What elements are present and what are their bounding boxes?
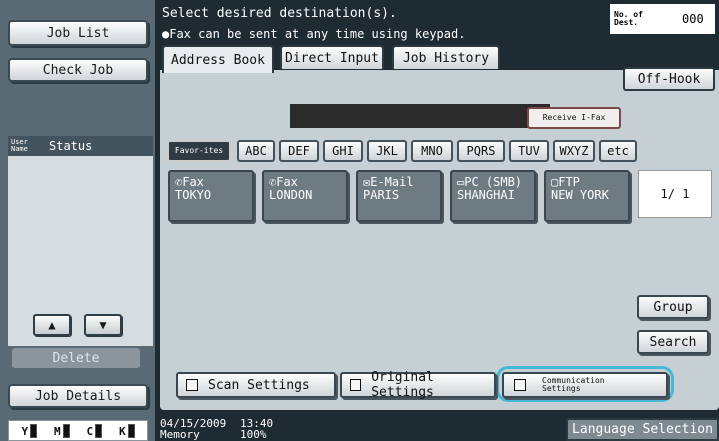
delete-button[interactable]: Delete — [12, 348, 140, 368]
toner-level-icon — [127, 424, 135, 438]
index-tab-abc[interactable]: ABC — [237, 140, 275, 162]
scroll-down-button[interactable]: ▼ — [84, 314, 122, 336]
keypad-note: ●Fax can be sent at any time using keypa… — [162, 27, 465, 41]
index-tab-favorites[interactable]: Favor-ites — [167, 140, 231, 162]
destination-name: LONDON — [269, 188, 313, 202]
user-name-column-header: User Name — [11, 138, 28, 153]
instruction-text: Select desired destination(s). — [162, 6, 397, 21]
scan-settings-icon — [186, 379, 198, 391]
toner-cyan: C — [86, 424, 103, 438]
index-tab-wxyz[interactable]: WXYZ — [553, 140, 595, 162]
status-column-header: Status — [49, 139, 93, 153]
index-tab-etc[interactable]: etc — [599, 140, 637, 162]
toner-yellow: Y — [21, 424, 38, 438]
toner-black: K — [119, 424, 135, 438]
down-arrow-icon: ▼ — [99, 318, 107, 332]
job-list-area — [8, 136, 153, 346]
toner-level-bar: Y M C K — [8, 420, 148, 441]
index-tab-def[interactable]: DEF — [279, 140, 319, 162]
search-strip — [290, 104, 550, 128]
destination-button[interactable]: ✆Fax LONDON — [262, 170, 348, 222]
page-indicator: 1/ 1 — [638, 170, 712, 218]
destination-name: NEW YORK — [551, 188, 609, 202]
destination-button[interactable]: ✉E-Mail PARIS — [356, 170, 442, 222]
language-selection-button[interactable]: Language Selection — [566, 418, 719, 441]
off-hook-button[interactable]: Off-Hook — [623, 67, 715, 91]
destination-button[interactable]: ▢FTP NEW YORK — [544, 170, 630, 222]
group-button[interactable]: Group — [637, 295, 709, 319]
job-list-button[interactable]: Job List — [8, 20, 148, 46]
search-button[interactable]: Search — [637, 330, 709, 354]
toner-magenta: M — [54, 424, 70, 438]
keypad-note-text: Fax can be sent at any time using keypad… — [169, 27, 466, 41]
index-tab-pqrs[interactable]: PQRS — [457, 140, 505, 162]
footer-time: 13:40 100% — [240, 417, 274, 441]
destination-button[interactable]: ▭PC (SMB) SHANGHAI — [450, 170, 536, 222]
receive-ifax-button[interactable]: Receive I-Fax — [527, 107, 621, 129]
index-tab-mno[interactable]: MNO — [411, 140, 453, 162]
destination-name: PARIS — [363, 188, 400, 202]
original-settings-button[interactable]: Original Settings — [340, 370, 496, 400]
scroll-up-button[interactable]: ▲ — [33, 314, 71, 336]
index-tab-jkl[interactable]: JKL — [367, 140, 407, 162]
original-settings-icon — [350, 379, 362, 391]
index-tab-ghi[interactable]: GHI — [323, 140, 363, 162]
destination-name: SHANGHAI — [457, 188, 515, 202]
communication-settings-icon — [514, 379, 526, 391]
toner-level-icon — [95, 424, 103, 438]
communication-settings-button[interactable]: Communication Settings — [502, 372, 668, 398]
toner-level-icon — [62, 424, 70, 438]
job-details-button[interactable]: Job Details — [8, 384, 148, 408]
tab-job-history[interactable]: Job History — [392, 45, 500, 69]
tab-address-book[interactable]: Address Book — [162, 45, 274, 73]
destination-name: TOKYO — [175, 188, 212, 202]
check-job-button[interactable]: Check Job — [8, 58, 148, 82]
up-arrow-icon: ▲ — [48, 318, 56, 332]
index-tab-tuv[interactable]: TUV — [509, 140, 549, 162]
destination-count-label: No. of Dest. — [614, 10, 643, 27]
scan-settings-button[interactable]: Scan Settings — [176, 372, 336, 398]
destination-button[interactable]: ✆Fax TOKYO — [168, 170, 254, 222]
destination-count-value: 000 — [682, 12, 704, 26]
footer-date: 04/15/2009 Memory — [160, 417, 227, 441]
job-list-header: User Name Status — [8, 136, 153, 156]
destination-count-box: No. of Dest. 000 — [610, 4, 715, 34]
toner-level-icon — [30, 424, 38, 438]
tab-direct-input[interactable]: Direct Input — [280, 45, 384, 69]
